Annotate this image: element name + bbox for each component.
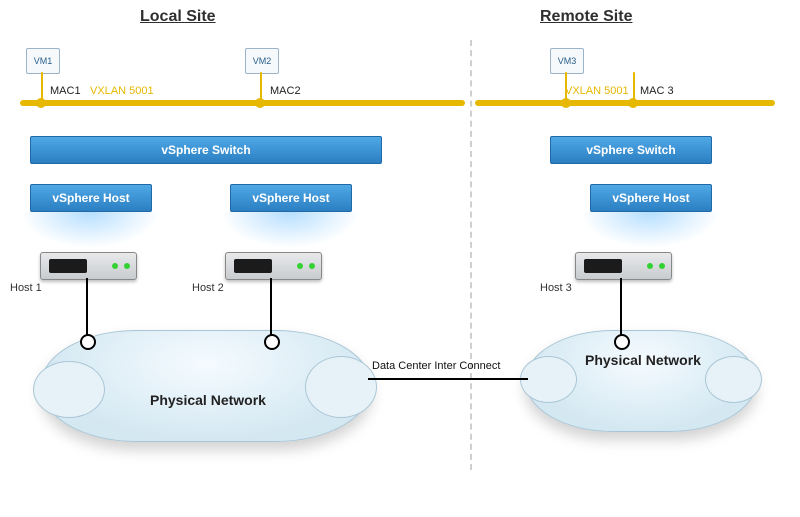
host3-port-icon [614,334,630,350]
cloud-remote-puff-right [705,356,762,403]
dci-link-line [368,378,528,380]
local-site-title: Local Site [140,8,216,26]
mac1-label: MAC1 [50,85,81,97]
host2-glow [220,212,360,248]
vm2-box: VM2 [245,48,279,74]
host1-drop-line [86,278,88,340]
host2-label: Host 2 [192,282,224,294]
cloud-remote [525,330,757,432]
host3-drop-line [620,278,622,340]
host1-port-icon [80,334,96,350]
vm3-box: VM3 [550,48,584,74]
cloud-remote-label: Physical Network [585,352,701,368]
host3-glow [580,212,720,248]
server-host3-icon [575,252,672,280]
mac3-label: MAC 3 [640,85,674,97]
vm1-stem [41,72,43,100]
dci-link-label: Data Center Inter Connect [372,360,500,372]
host1-label: Host 1 [10,282,42,294]
host1-glow [20,212,160,248]
cloud-remote-puff-left [520,356,577,403]
bus-node-vm2 [255,98,265,108]
bus-node-vm1 [36,98,46,108]
vm1-box: VM1 [26,48,60,74]
vxlan-label-local: VXLAN 5001 [90,85,154,97]
vsphere-host-3: vSphere Host [590,184,712,212]
remote-site-title: Remote Site [540,8,632,26]
host3-label: Host 3 [540,282,572,294]
site-divider [470,40,472,470]
bus-node-vm3 [561,98,571,108]
vsphere-host-2: vSphere Host [230,184,352,212]
bus-node-mac3 [628,98,638,108]
vxlan-label-remote: VXLAN 5001 [565,85,629,97]
mac2-label: MAC2 [270,85,301,97]
host2-port-icon [264,334,280,350]
vsphere-host-1: vSphere Host [30,184,152,212]
mac3-stem [633,72,635,100]
vxlan-bus-local [20,100,465,106]
vsphere-switch-remote: vSphere Switch [550,136,712,164]
vxlan-bus-remote [475,100,775,106]
server-host2-icon [225,252,322,280]
cloud-local-label: Physical Network [150,392,266,408]
host2-drop-line [270,278,272,340]
cloud-local-puff-left [33,361,105,418]
diagram-stage: Local Site Remote Site VM1 VM2 VM3 MAC1 … [0,0,800,517]
vm2-stem [260,72,262,100]
server-host1-icon [40,252,137,280]
cloud-local-puff-right [305,356,377,418]
vsphere-switch-local: vSphere Switch [30,136,382,164]
